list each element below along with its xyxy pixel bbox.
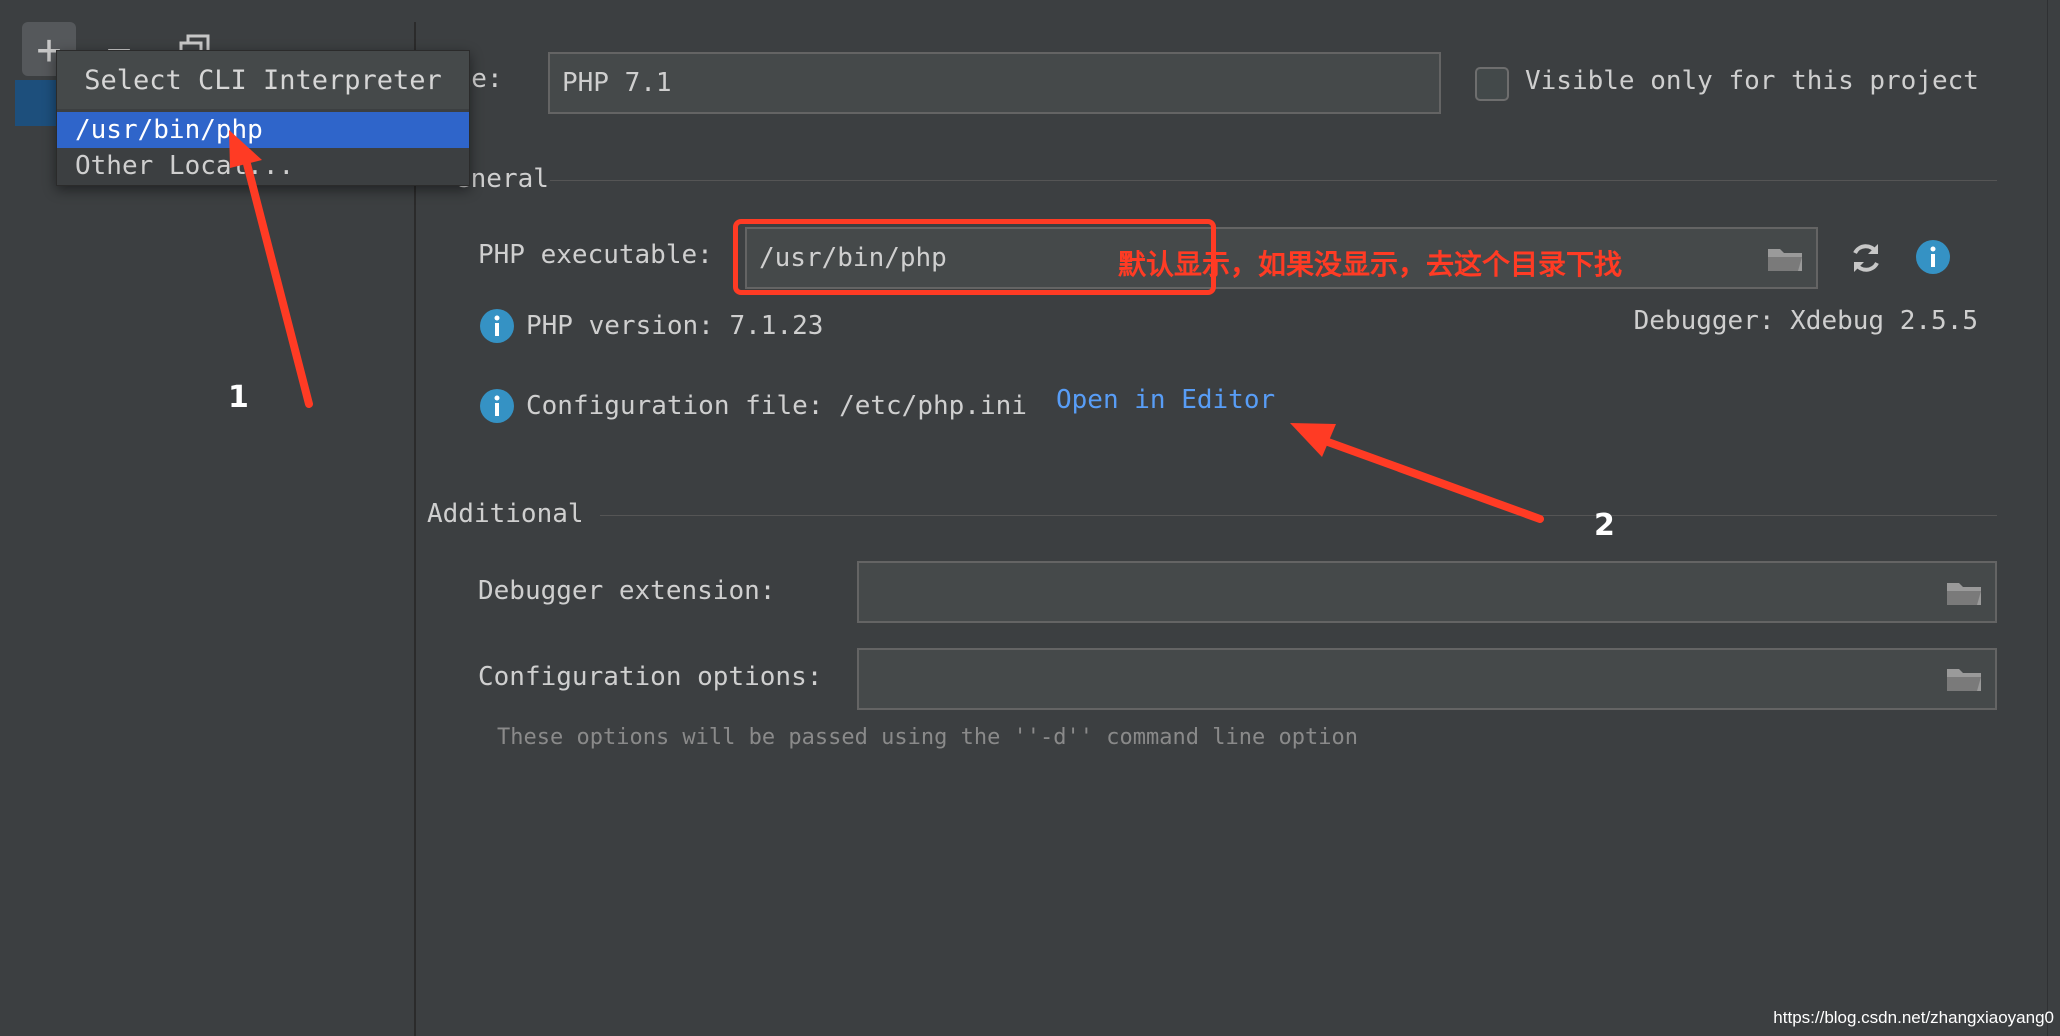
watermark-text: https://blog.csdn.net/zhangxiaoyang0: [1773, 1008, 2054, 1027]
annotation-number-1: 1: [228, 380, 249, 415]
annotation-number-2: 2: [1594, 508, 1615, 543]
annotation-arrows: [229, 130, 1544, 523]
